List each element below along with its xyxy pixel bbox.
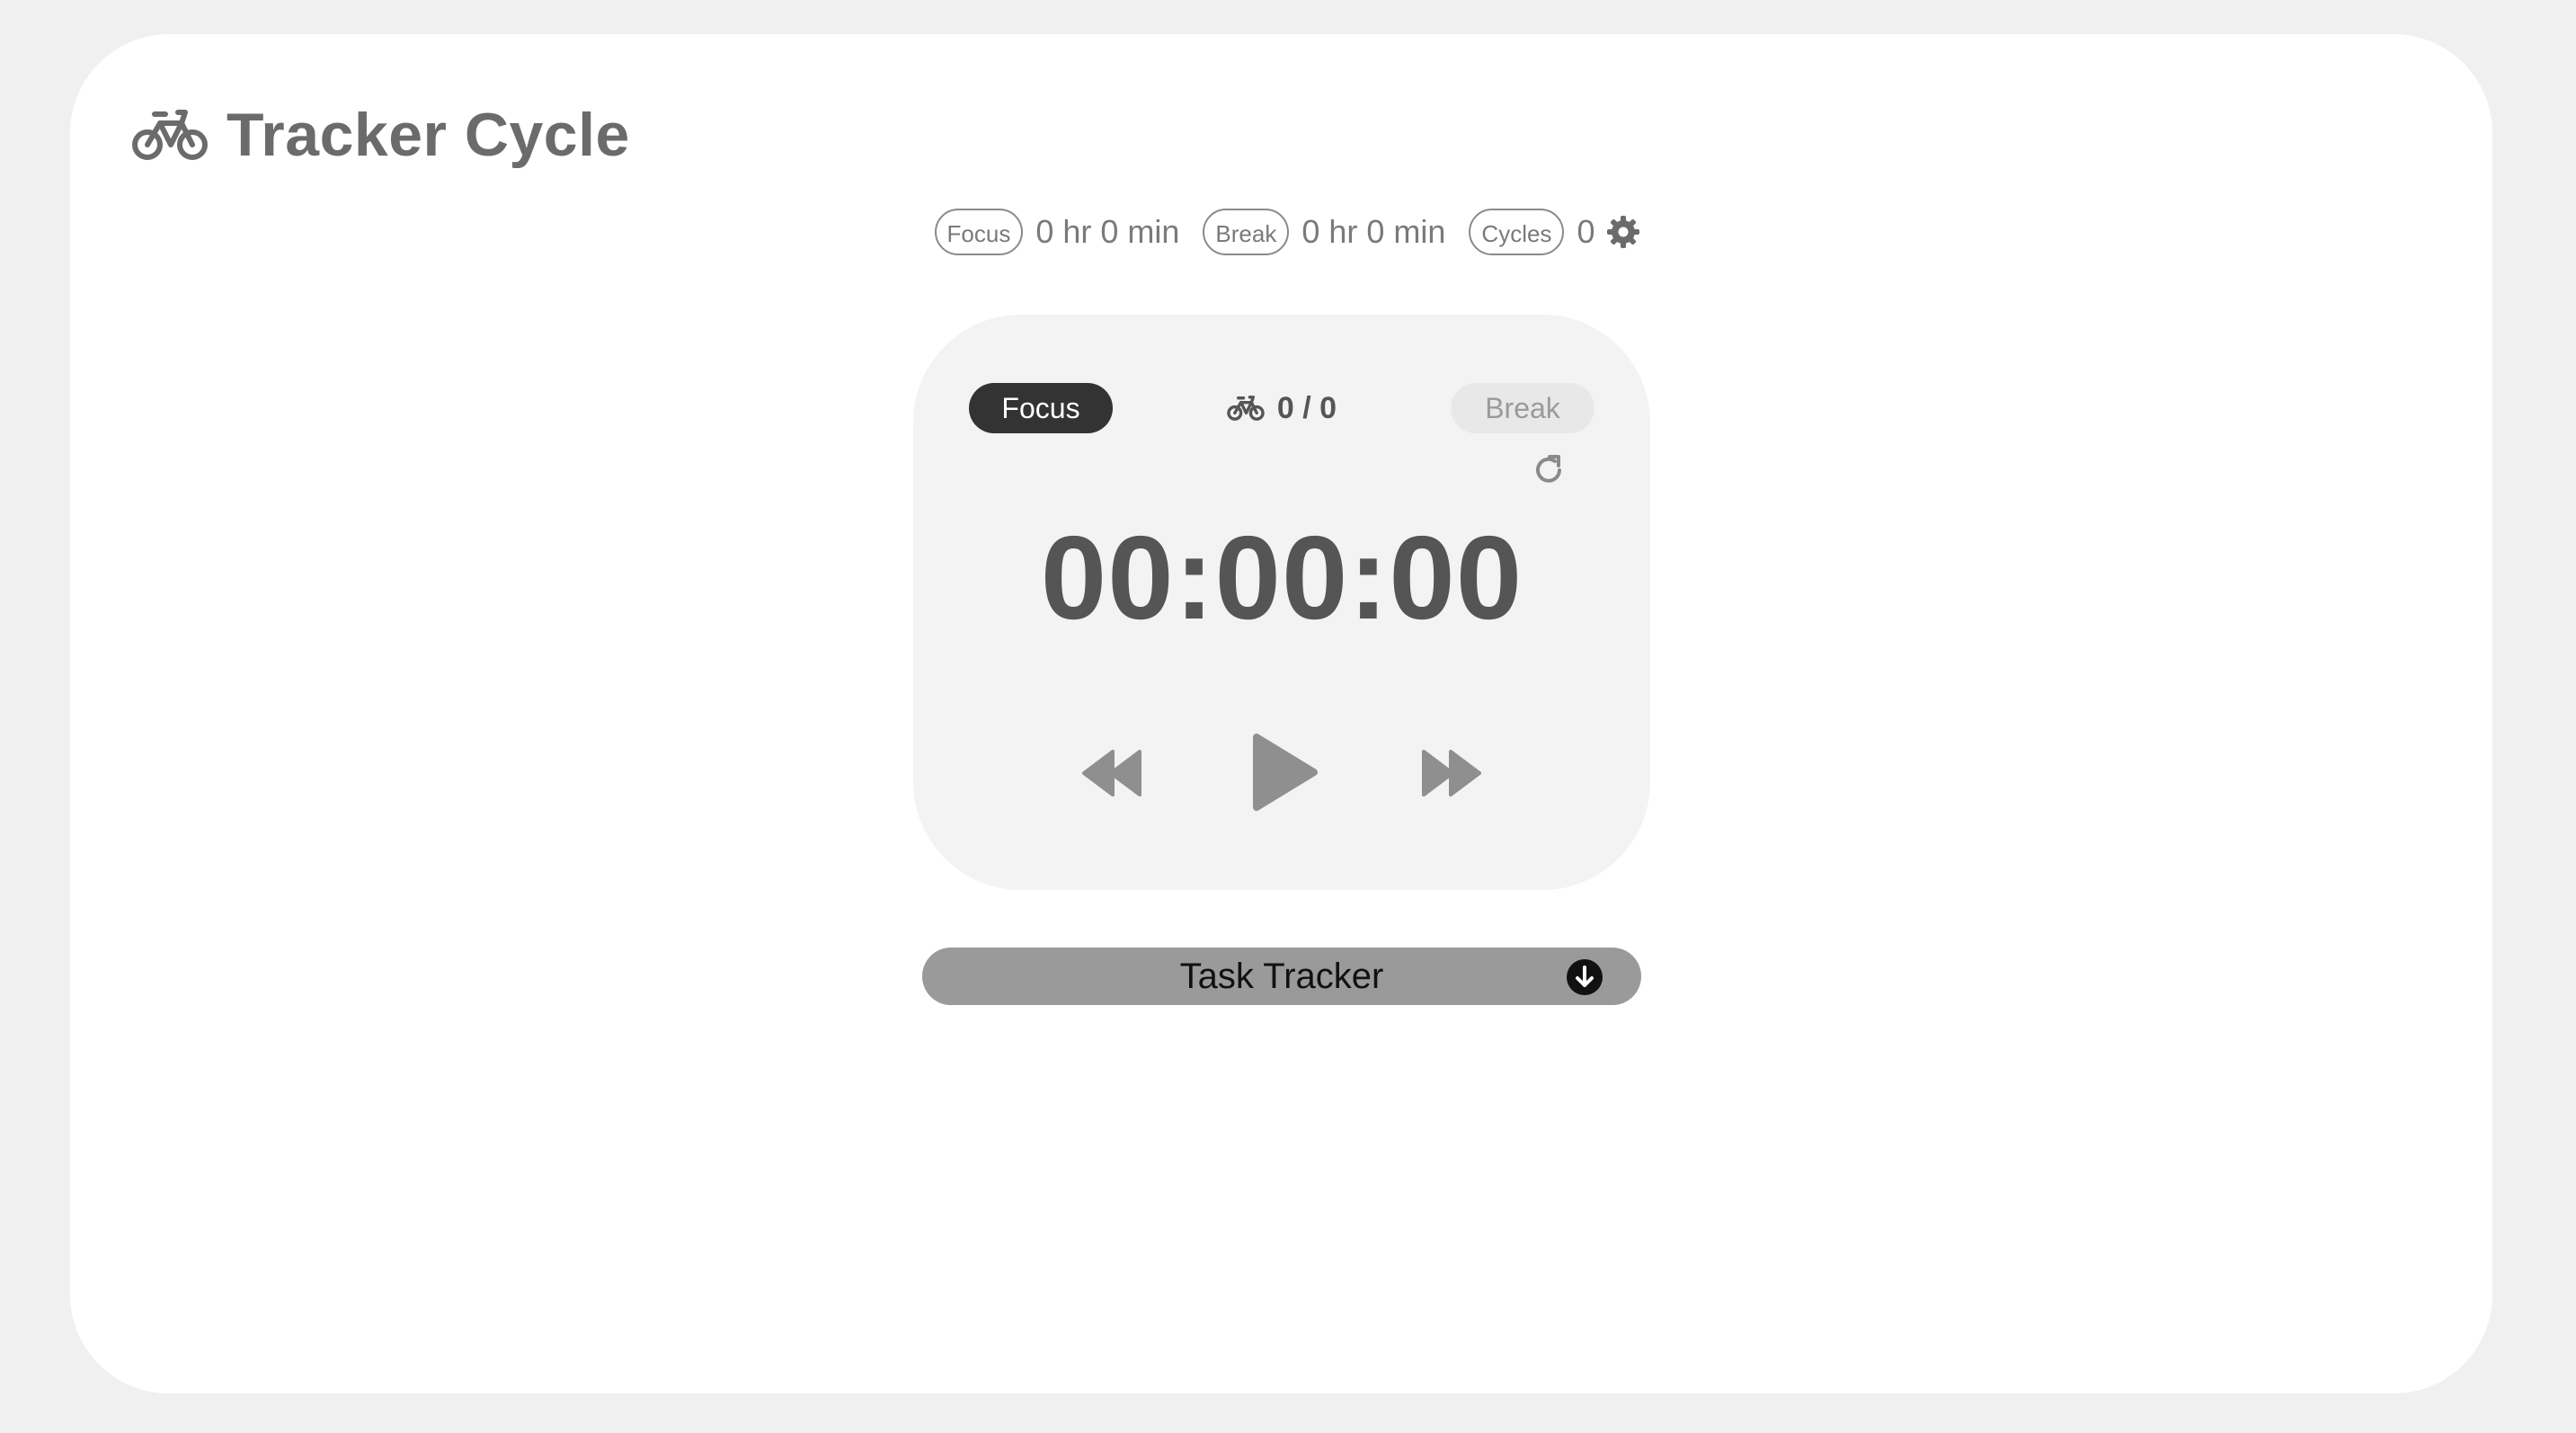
break-stat-value: 0 hr 0 min (1301, 213, 1446, 250)
cycle-progress-text: 0 / 0 (1276, 390, 1337, 425)
task-tracker-label: Task Tracker (1179, 957, 1384, 996)
break-mode-button[interactable]: Break (1451, 383, 1594, 433)
break-stat: Break 0 hr 0 min (1203, 209, 1445, 255)
break-stat-label: Break (1203, 209, 1290, 255)
gear-icon[interactable] (1605, 214, 1641, 250)
focus-mode-button[interactable]: Focus (969, 383, 1113, 433)
bicycle-icon (132, 110, 208, 160)
app-header: Tracker Cycle (131, 99, 630, 171)
play-icon[interactable] (1249, 732, 1319, 813)
app-title: Tracker Cycle (227, 101, 630, 169)
backward-icon[interactable] (1080, 748, 1143, 798)
stats-bar: Focus 0 hr 0 min Break 0 hr 0 min Cycles… (0, 205, 2576, 259)
task-tracker-toggle[interactable]: Task Tracker (922, 948, 1641, 1005)
timer-panel: Focus 0 / 0 Break 00:00:00 (913, 315, 1650, 890)
focus-stat-label: Focus (934, 209, 1024, 255)
cycles-stat: Cycles 0 (1469, 209, 1641, 255)
focus-stat-value: 0 hr 0 min (1035, 213, 1180, 250)
cycles-stat-value: 0 (1577, 213, 1595, 250)
cycles-stat-label: Cycles (1469, 209, 1565, 255)
focus-stat: Focus 0 hr 0 min (934, 209, 1180, 255)
playback-controls (913, 726, 1650, 816)
arrow-circle-down-icon (1567, 959, 1603, 995)
timer-display: 00:00:00 (1040, 512, 1523, 644)
rotate-right-icon[interactable] (1532, 453, 1566, 487)
bicycle-icon (1227, 396, 1265, 421)
forward-icon[interactable] (1420, 748, 1483, 798)
